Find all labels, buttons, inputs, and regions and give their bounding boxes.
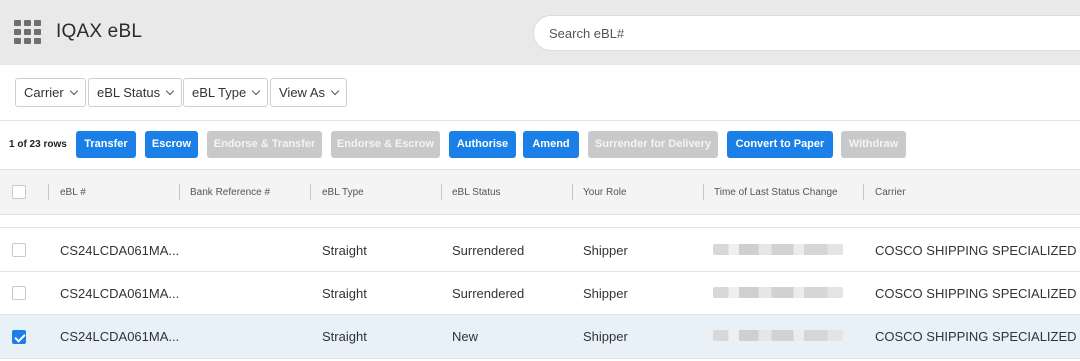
row-count: 1 of 23 rows [9,139,67,150]
column-divider [441,184,442,200]
transfer-button[interactable]: Transfer [76,131,136,158]
column-divider [310,184,311,200]
ebl-type-cell: Straight [322,243,367,258]
app-launcher-icon[interactable] [14,20,42,46]
redacted-timestamp [713,244,843,255]
table-row-selected[interactable]: CS24LCDA061MA... Straight New Shipper CO… [0,315,1080,359]
ebl-status-cell: Surrendered [452,243,525,258]
carrier-cell: COSCO SHIPPING SPECIALIZED C... [875,329,1080,344]
action-bar: 1 of 23 rows Transfer Escrow Endorse & T… [0,121,1080,169]
table-spacer-row [0,215,1080,228]
column-header-ebl-type[interactable]: eBL Type [322,187,364,198]
app-header: IQAX eBL Search eBL# [0,0,1080,65]
carrier-cell: COSCO SHIPPING SPECIALIZED C... [875,286,1080,301]
surrender-for-delivery-button[interactable]: Surrender for Delivery [588,131,718,158]
column-divider [48,184,49,200]
filter-label: eBL Type [192,85,247,100]
column-header-your-role[interactable]: Your Role [583,187,627,198]
column-divider [863,184,864,200]
column-header-time-of-last-status-change[interactable]: Time of Last Status Change [714,187,838,198]
authorise-button[interactable]: Authorise [449,131,516,158]
column-header-bank-reference[interactable]: Bank Reference # [190,187,270,198]
ebl-status-cell: Surrendered [452,286,525,301]
search-input[interactable]: Search eBL# [533,15,1080,51]
filter-label: View As [279,85,326,100]
search-placeholder: Search eBL# [549,26,625,41]
your-role-cell: Shipper [583,286,628,301]
chevron-down-icon [69,86,78,96]
chevron-down-icon [251,86,261,96]
column-header-ebl-number[interactable]: eBL # [60,187,86,198]
ebl-type-filter-dropdown[interactable]: eBL Type [183,78,269,107]
row-checkbox-checked[interactable] [12,330,26,344]
column-divider [703,184,704,200]
redacted-timestamp [713,330,843,341]
ebl-number-cell[interactable]: CS24LCDA061MA... [60,243,179,258]
column-header-carrier[interactable]: Carrier [875,187,906,198]
endorse-escrow-button[interactable]: Endorse & Escrow [331,131,440,158]
filter-bar: Carrier eBL Status eBL Type View As [0,65,1080,121]
ebl-status-filter-dropdown[interactable]: eBL Status [88,78,183,107]
row-checkbox[interactable] [12,286,26,300]
ebl-type-cell: Straight [322,286,367,301]
escrow-button[interactable]: Escrow [145,131,198,158]
column-divider [179,184,180,200]
app-title: IQAX eBL [56,21,143,42]
withdraw-button[interactable]: Withdraw [841,131,906,158]
table-row[interactable]: CS24LCDA061MA... Straight Surrendered Sh… [0,272,1080,315]
redacted-timestamp [713,287,843,298]
carrier-cell: COSCO SHIPPING SPECIALIZED C... [875,243,1080,258]
table-header: eBL # Bank Reference # eBL Type eBL Stat… [0,169,1080,215]
column-header-ebl-status[interactable]: eBL Status [452,187,501,198]
row-checkbox[interactable] [12,243,26,257]
convert-to-paper-button[interactable]: Convert to Paper [727,131,833,158]
endorse-transfer-button[interactable]: Endorse & Transfer [207,131,322,158]
your-role-cell: Shipper [583,243,628,258]
ebl-number-cell[interactable]: CS24LCDA061MA... [60,329,179,344]
amend-button[interactable]: Amend [523,131,579,158]
ebl-type-cell: Straight [322,329,367,344]
ebl-status-cell: New [452,329,479,344]
table-row[interactable]: CS24LCDA061MA... Straight Surrendered Sh… [0,229,1080,272]
column-divider [572,184,573,200]
ebl-number-cell[interactable]: CS24LCDA061MA... [60,286,179,301]
filter-label: eBL Status [97,85,161,100]
chevron-down-icon [165,86,175,96]
select-all-checkbox[interactable] [12,185,26,199]
your-role-cell: Shipper [583,329,628,344]
filter-label: Carrier [24,85,64,100]
chevron-down-icon [330,86,340,96]
carrier-filter-dropdown[interactable]: Carrier [15,78,86,107]
view-as-filter-dropdown[interactable]: View As [270,78,348,107]
